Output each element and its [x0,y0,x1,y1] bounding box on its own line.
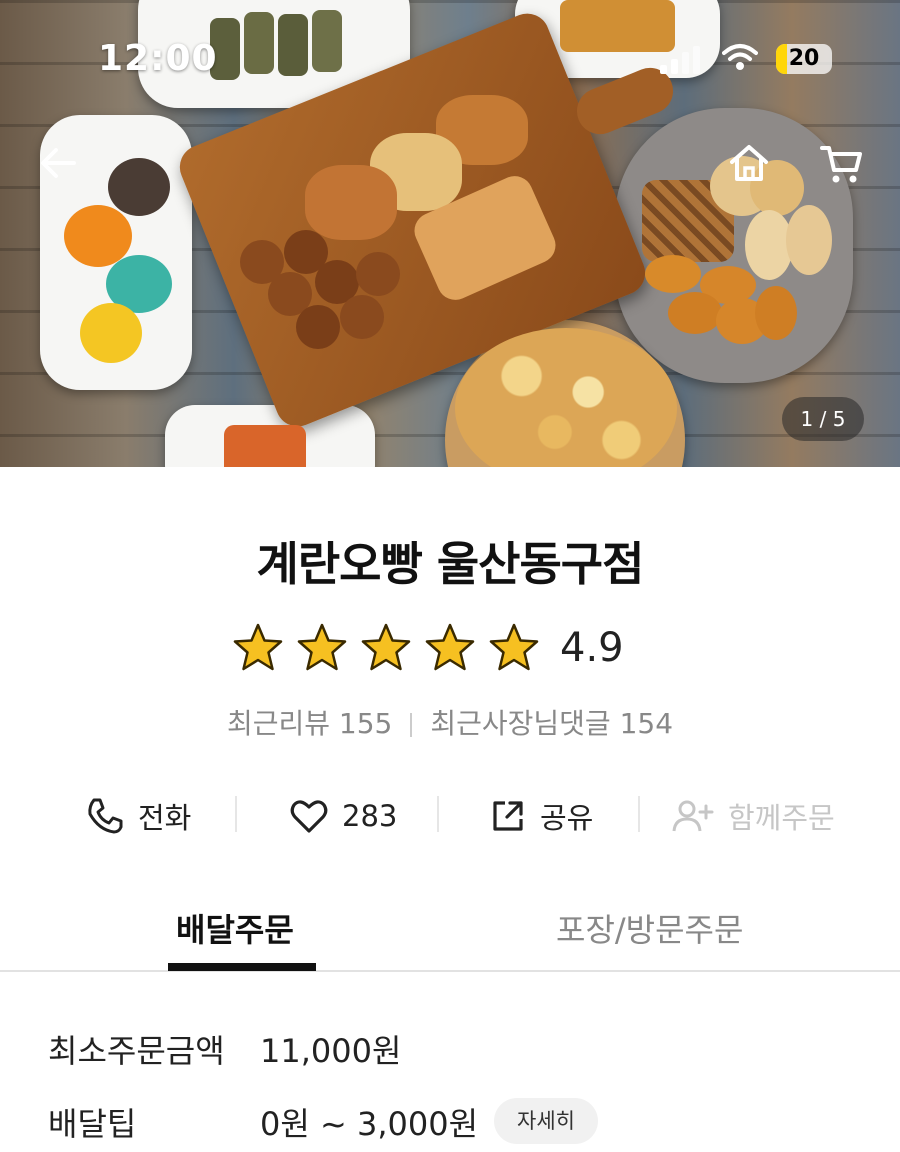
status-bar: 12:00 20 [0,0,900,110]
owner-replies-link[interactable]: 최근사장님댓글 154 [430,707,673,740]
order-type-tabs: 배달주문 포장/방문주문 [0,895,900,971]
tab-pickup[interactable]: 포장/방문주문 [556,905,743,951]
star-icon [233,623,283,671]
macaron-yellow [80,303,142,363]
share-icon [493,801,523,831]
delivery-tip-value: 0원 ~ 3,000원 [260,1105,479,1143]
delivery-tip-label: 배달팁 [48,1105,137,1143]
star-icon [297,623,347,671]
divider [638,796,640,832]
store-rating[interactable]: 4.9 [232,620,624,676]
like-button[interactable]: 283 [290,790,397,842]
fish-bread-4 [786,205,832,275]
call-button[interactable]: 전화 [86,790,191,842]
signal-icon [660,44,702,74]
min-order-value: 11,000원 [260,1032,402,1070]
macaron-orange [64,205,132,267]
divider [235,796,237,832]
delivery-tip-detail-button[interactable]: 자세히 [494,1098,598,1144]
divider [410,713,413,737]
add-user-icon [672,800,714,832]
tab-divider [0,970,900,972]
cart-icon[interactable] [820,142,864,186]
store-name: 계란오빵 울산동구점 [256,537,645,591]
madeleine-5 [755,286,797,340]
mini-cake-7 [340,295,384,339]
group-order-label: 함께주문 [728,801,835,835]
phone-icon [88,798,123,834]
heart-icon [290,800,328,833]
like-count: 283 [342,799,398,833]
madeleine-1 [645,255,701,293]
active-tab-indicator [168,963,316,971]
star-icon [361,623,411,671]
min-order-label: 최소주문금액 [48,1032,225,1070]
divider [437,796,439,832]
group-order-button[interactable]: 함께주문 [672,790,835,842]
status-time: 12:00 [98,38,218,79]
battery-icon: 20 [776,44,832,74]
call-label: 전화 [138,801,192,835]
review-summary[interactable]: 최근리뷰 155 최근사장님댓글 154 [0,702,900,742]
mini-cake-5 [356,252,400,296]
image-pager: 1 / 5 [782,397,864,441]
rating-value: 4.9 [560,625,624,671]
share-label: 공유 [540,801,594,835]
battery-percent: 20 [788,46,820,71]
tab-delivery[interactable]: 배달주문 [176,905,294,951]
recent-reviews-link[interactable]: 최근리뷰 155 [227,707,392,740]
fried-snack [224,425,306,467]
action-row: 전화 283 공유 함께주문 [0,790,900,842]
star-icon [425,623,475,671]
share-button[interactable]: 공유 [490,790,593,842]
store-hero-image[interactable]: 12:00 20 1 / 5 [0,0,900,467]
madeleine-3 [668,292,722,334]
star-icon [489,623,539,671]
egg-bread-3 [305,165,397,240]
home-icon[interactable] [727,141,771,185]
back-arrow-icon[interactable] [36,141,80,185]
wifi-icon [722,44,758,70]
mini-cake-6 [296,305,340,349]
macaron-cookie [108,158,170,216]
